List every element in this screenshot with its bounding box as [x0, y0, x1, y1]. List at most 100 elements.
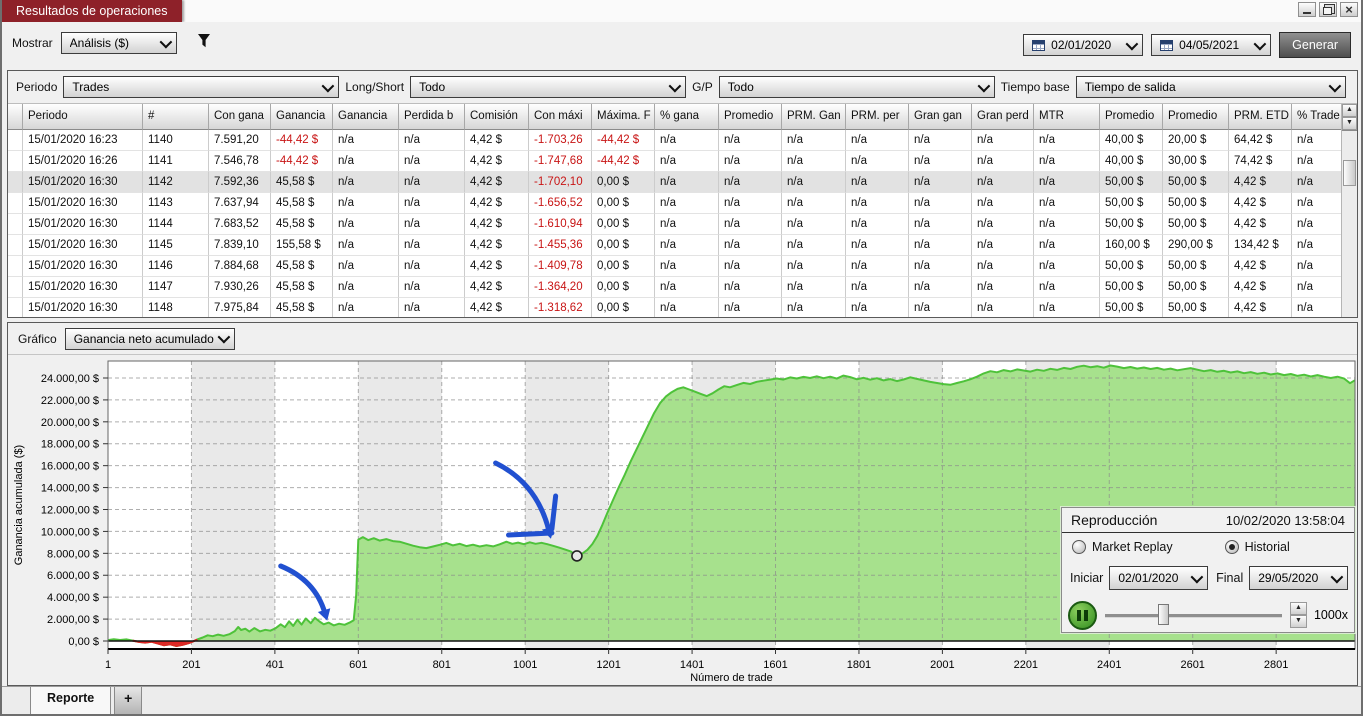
start-date-dropdown[interactable]: 02/01/2020 [1109, 566, 1209, 590]
table-cell: -1.318,62 [529, 298, 592, 317]
table-row[interactable]: 15/01/2020 16:23 1140 7.591,20 -44,42 $ n/a n… [8, 130, 1357, 151]
table-row[interactable]: 15/01/2020 16:30 1147 7.930,26 45,58 $ n/a n/… [8, 277, 1357, 298]
column-header[interactable]: Promedio [719, 104, 782, 130]
column-header[interactable]: % gana [655, 104, 719, 130]
chart-type-dropdown[interactable]: Ganancia neto acumulado [64, 327, 235, 350]
table-row[interactable]: 15/01/2020 16:30 1148 7.975,84 45,58 $ n/a n/… [8, 298, 1357, 317]
table-cell: 74,42 $ [1229, 151, 1292, 172]
speed-down-button[interactable]: ▼ [1289, 615, 1307, 628]
close-button[interactable]: × [1340, 2, 1358, 17]
longshort-label: Long/Short [345, 80, 405, 94]
scrollbar-thumb[interactable] [1343, 160, 1356, 186]
table-row[interactable]: 15/01/2020 16:30 1142 7.592,36 45,58 $ n/a n/… [8, 172, 1357, 193]
table-cell: n/a [782, 298, 846, 317]
slider-track[interactable] [1105, 614, 1282, 618]
end-date-dropdown[interactable]: 29/05/2020 [1249, 566, 1348, 590]
minimize-button[interactable] [1298, 2, 1316, 17]
table-cell: 50,00 $ [1163, 214, 1229, 235]
column-header[interactable]: # [143, 104, 209, 130]
svg-text:1: 1 [105, 659, 111, 671]
table-row[interactable]: 15/01/2020 16:30 1145 7.839,10 155,58 $ n/a n… [8, 235, 1357, 256]
market-replay-radio[interactable] [1072, 540, 1086, 554]
column-header[interactable]: Promedio [1100, 104, 1163, 130]
column-header[interactable]: Con gana [209, 104, 271, 130]
playback-title: Reproducción [1071, 512, 1158, 528]
window-title-tab[interactable]: Resultados de operaciones [2, 0, 182, 22]
column-header[interactable]: PRM. per [846, 104, 909, 130]
market-replay-option[interactable]: Market Replay [1072, 540, 1173, 554]
column-header[interactable]: Periodo [23, 104, 143, 130]
titlebar: Resultados de operaciones × [2, 0, 1361, 22]
generate-button[interactable]: Generar [1279, 32, 1351, 58]
historical-radio[interactable] [1224, 540, 1239, 554]
table-cell: -1.656,52 [529, 193, 592, 214]
column-header[interactable]: Gran gan [909, 104, 972, 130]
row-header-column [8, 104, 23, 130]
table-cell: 0,00 $ [592, 298, 655, 317]
tab-reporte[interactable]: Reporte [30, 687, 112, 714]
pause-button[interactable] [1068, 600, 1097, 630]
date-from-dropdown[interactable]: 02/01/2020 [1023, 34, 1144, 56]
scroll-up-button[interactable]: ▲ [1342, 104, 1357, 117]
slider-thumb[interactable] [1158, 604, 1170, 625]
table-cell: n/a [719, 130, 782, 151]
table-cell: n/a [972, 256, 1034, 277]
column-header[interactable]: PRM. ETD [1229, 104, 1292, 130]
row-header-cell [8, 277, 23, 298]
longshort-dropdown[interactable]: Todo [410, 76, 687, 98]
date-to-dropdown[interactable]: 04/05/2021 [1151, 34, 1272, 56]
add-tab-button[interactable]: + [114, 687, 143, 714]
svg-text:16.000,00 $: 16.000,00 $ [41, 461, 99, 473]
vertical-scrollbar[interactable]: ▲ ▼ [1341, 104, 1357, 317]
scroll-down-button[interactable]: ▼ [1342, 117, 1357, 130]
table-cell: 15/01/2020 16:30 [23, 214, 143, 235]
column-header[interactable]: PRM. Gan [782, 104, 846, 130]
table-cell: -44,42 $ [271, 151, 333, 172]
table-cell: 50,00 $ [1163, 172, 1229, 193]
column-header[interactable]: Perdida b [399, 104, 465, 130]
table-row[interactable]: 15/01/2020 16:26 1141 7.546,78 -44,42 $ n/a n… [8, 151, 1357, 172]
table-cell: 15/01/2020 16:30 [23, 277, 143, 298]
column-header[interactable]: Gran perd [972, 104, 1034, 130]
table-cell: 290,00 $ [1163, 235, 1229, 256]
column-header[interactable]: Ganancia [271, 104, 333, 130]
table-cell: n/a [1034, 235, 1100, 256]
svg-text:10.000,00 $: 10.000,00 $ [41, 526, 99, 538]
table-cell: 1147 [143, 277, 209, 298]
table-cell: n/a [719, 172, 782, 193]
table-cell: 155,58 $ [271, 235, 333, 256]
column-header[interactable]: % Trade [1292, 104, 1342, 130]
table-row[interactable]: 15/01/2020 16:30 1144 7.683,52 45,58 $ n/a n/… [8, 214, 1357, 235]
table-cell: n/a [1034, 256, 1100, 277]
table-cell: n/a [1034, 172, 1100, 193]
period-dropdown[interactable]: Trades [63, 76, 340, 98]
column-header[interactable]: Con máxi [529, 104, 592, 130]
chart-selector-label: Gráfico [18, 331, 57, 346]
historical-option[interactable]: Historial [1224, 540, 1290, 554]
column-header[interactable]: MTR [1034, 104, 1100, 130]
table-cell: n/a [782, 214, 846, 235]
chevron-down-icon [1328, 79, 1341, 92]
svg-text:14.000,00 $: 14.000,00 $ [41, 483, 99, 495]
speed-slider[interactable] [1105, 604, 1282, 626]
table-row[interactable]: 15/01/2020 16:30 1143 7.637,94 45,58 $ n/a n/… [8, 193, 1357, 214]
show-dropdown[interactable]: Análisis ($) [60, 32, 177, 54]
table-cell: 134,42 $ [1229, 235, 1292, 256]
svg-text:2001: 2001 [930, 659, 954, 671]
speed-up-button[interactable]: ▲ [1289, 602, 1307, 615]
column-header[interactable]: Promedio [1163, 104, 1229, 130]
table-row[interactable]: 15/01/2020 16:30 1146 7.884,68 45,58 $ n/a n/… [8, 256, 1357, 277]
timebase-dropdown[interactable]: Tiempo de salida [1075, 76, 1346, 98]
svg-text:2201: 2201 [1014, 659, 1038, 671]
table-cell: 15/01/2020 16:30 [23, 172, 143, 193]
restore-button[interactable] [1319, 2, 1337, 17]
table-cell: n/a [909, 298, 972, 317]
column-header[interactable]: Máxima. F [592, 104, 655, 130]
table-cell: -44,42 $ [592, 130, 655, 151]
filter-funnel-icon[interactable] [197, 33, 211, 54]
column-header[interactable]: Ganancia [333, 104, 399, 130]
gp-dropdown[interactable]: Todo [718, 76, 995, 98]
svg-text:2801: 2801 [1264, 659, 1288, 671]
table-cell: 40,00 $ [1100, 151, 1163, 172]
column-header[interactable]: Comisión [465, 104, 529, 130]
